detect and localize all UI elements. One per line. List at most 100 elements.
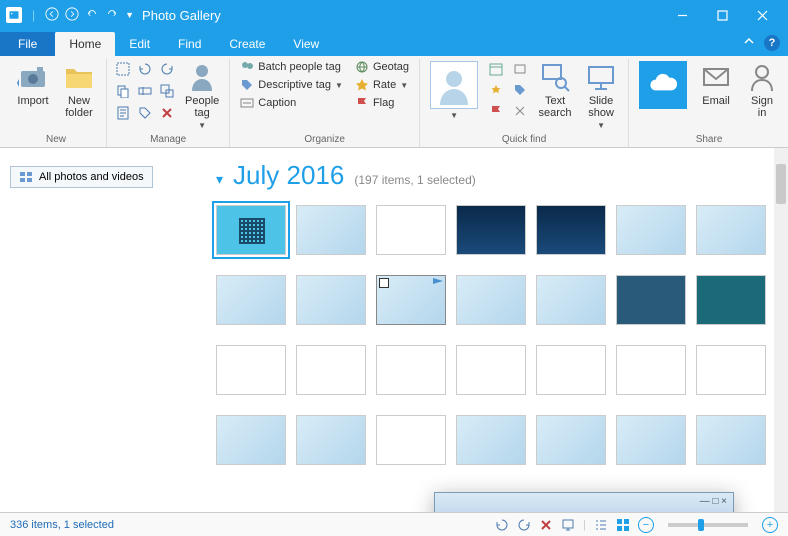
gallery-icon bbox=[19, 170, 33, 184]
zoom-in-button[interactable]: + bbox=[762, 517, 778, 533]
thumbnail[interactable] bbox=[536, 275, 606, 325]
rotate-right-icon[interactable] bbox=[157, 59, 177, 79]
thumbnail[interactable] bbox=[296, 345, 366, 395]
sign-in-button[interactable]: Sign in bbox=[741, 59, 783, 121]
group-manage: People tag ▼ Manage bbox=[107, 59, 230, 147]
thumbnail[interactable] bbox=[456, 275, 526, 325]
back-icon[interactable] bbox=[45, 7, 59, 24]
thumbnail[interactable] bbox=[296, 415, 366, 465]
onedrive-button[interactable] bbox=[635, 59, 691, 111]
rate-button[interactable]: Rate▼ bbox=[351, 77, 413, 93]
help-button[interactable]: ? bbox=[764, 35, 780, 51]
status-text: 336 items, 1 selected bbox=[10, 519, 114, 531]
projector-icon bbox=[585, 61, 617, 93]
thumbnail[interactable] bbox=[536, 345, 606, 395]
thumbnail[interactable] bbox=[616, 415, 686, 465]
descriptive-tag-button[interactable]: Descriptive tag▼ bbox=[236, 77, 347, 93]
thumbnail[interactable] bbox=[456, 345, 526, 395]
filter-tag-icon[interactable] bbox=[510, 80, 530, 100]
collapse-month-icon[interactable]: ▾ bbox=[216, 171, 223, 188]
text-search-button[interactable]: Text search bbox=[534, 59, 576, 121]
thumbnail[interactable] bbox=[216, 345, 286, 395]
caption-button[interactable]: Caption bbox=[236, 95, 347, 111]
tab-view[interactable]: View bbox=[279, 32, 333, 56]
zoom-slider[interactable] bbox=[668, 523, 748, 527]
person-outline-icon bbox=[430, 61, 478, 109]
rotate-left-icon[interactable] bbox=[495, 518, 509, 532]
slideshow-icon[interactable] bbox=[561, 518, 575, 532]
undo-icon[interactable] bbox=[85, 7, 99, 24]
zoom-out-button[interactable]: − bbox=[638, 517, 654, 533]
filter-date-icon[interactable] bbox=[486, 59, 506, 79]
tab-file[interactable]: File bbox=[0, 32, 55, 56]
thumbnail[interactable] bbox=[456, 205, 526, 255]
tab-edit[interactable]: Edit bbox=[115, 32, 164, 56]
thumbnail[interactable] bbox=[376, 415, 446, 465]
title-bar: | ▼ Photo Gallery bbox=[0, 0, 788, 30]
rotate-right-icon[interactable] bbox=[517, 518, 531, 532]
thumbnail[interactable] bbox=[616, 345, 686, 395]
vertical-scrollbar[interactable] bbox=[774, 148, 788, 512]
thumbnail[interactable] bbox=[696, 415, 766, 465]
minimize-button[interactable] bbox=[662, 0, 702, 30]
thumbnail[interactable] bbox=[536, 415, 606, 465]
delete-icon[interactable] bbox=[157, 103, 177, 123]
properties-icon[interactable] bbox=[113, 103, 133, 123]
content-area: All photos and videos ▾ July 2016 (197 i… bbox=[0, 148, 788, 512]
thumbnail[interactable] bbox=[216, 275, 286, 325]
batch-people-tag-button[interactable]: Batch people tag bbox=[236, 59, 347, 75]
thumbnail[interactable] bbox=[296, 205, 366, 255]
email-button[interactable]: Email bbox=[695, 59, 737, 109]
geotag-button[interactable]: Geotag bbox=[351, 59, 413, 75]
thumbnail[interactable] bbox=[696, 345, 766, 395]
slideshow-button[interactable]: Slide show ▼ bbox=[580, 59, 622, 132]
resize-icon[interactable] bbox=[157, 81, 177, 101]
rename-icon[interactable] bbox=[135, 81, 155, 101]
folder-icon bbox=[63, 61, 95, 93]
filter-flag-icon[interactable] bbox=[486, 101, 506, 121]
tab-home[interactable]: Home bbox=[55, 32, 115, 56]
import-button[interactable]: Import bbox=[12, 59, 54, 109]
thumbnail[interactable] bbox=[696, 205, 766, 255]
user-icon bbox=[746, 61, 778, 93]
thumbnails-view-icon[interactable] bbox=[616, 518, 630, 532]
tab-strip: File Home Edit Find Create View ? bbox=[0, 30, 788, 56]
thumbnail[interactable] bbox=[376, 345, 446, 395]
group-quickfind: ▼ Text search Slide show ▼ Quick bbox=[420, 59, 629, 147]
thumbnail[interactable] bbox=[376, 205, 446, 255]
select-all-icon[interactable] bbox=[113, 59, 133, 79]
thumbnail[interactable] bbox=[376, 275, 446, 325]
new-folder-button[interactable]: New folder bbox=[58, 59, 100, 121]
filter-rating-icon[interactable] bbox=[486, 80, 506, 100]
details-view-icon[interactable] bbox=[594, 518, 608, 532]
forward-icon[interactable] bbox=[65, 7, 79, 24]
scrollbar-thumb[interactable] bbox=[776, 164, 786, 204]
delete-icon[interactable] bbox=[539, 518, 553, 532]
redo-icon[interactable] bbox=[105, 7, 119, 24]
quickfind-person-button[interactable]: ▼ bbox=[426, 59, 482, 122]
collapse-ribbon-icon[interactable] bbox=[742, 34, 756, 51]
maximize-button[interactable] bbox=[702, 0, 742, 30]
thumbnail[interactable] bbox=[696, 275, 766, 325]
filter-published-icon[interactable] bbox=[510, 59, 530, 79]
thumbnail[interactable] bbox=[296, 275, 366, 325]
copy-icon[interactable] bbox=[113, 81, 133, 101]
people-tag-button[interactable]: People tag ▼ bbox=[181, 59, 223, 132]
thumbnail[interactable] bbox=[616, 275, 686, 325]
thumbnail[interactable] bbox=[216, 205, 286, 255]
group-share: Email Sign in Share bbox=[629, 59, 788, 147]
all-photos-nav[interactable]: All photos and videos bbox=[10, 166, 153, 188]
thumbnail[interactable] bbox=[216, 415, 286, 465]
rotate-left-icon[interactable] bbox=[135, 59, 155, 79]
filter-clear-icon[interactable] bbox=[510, 101, 530, 121]
tag-icon[interactable] bbox=[135, 103, 155, 123]
thumbnail[interactable] bbox=[456, 415, 526, 465]
thumbnail[interactable] bbox=[536, 205, 606, 255]
close-button[interactable] bbox=[742, 0, 782, 30]
tab-create[interactable]: Create bbox=[215, 32, 279, 56]
tab-find[interactable]: Find bbox=[164, 32, 215, 56]
flag-button[interactable]: Flag bbox=[351, 95, 413, 111]
group-new: Import New folder New bbox=[6, 59, 107, 147]
thumbnail[interactable] bbox=[616, 205, 686, 255]
qat-dropdown-icon[interactable]: ▼ bbox=[125, 10, 134, 20]
